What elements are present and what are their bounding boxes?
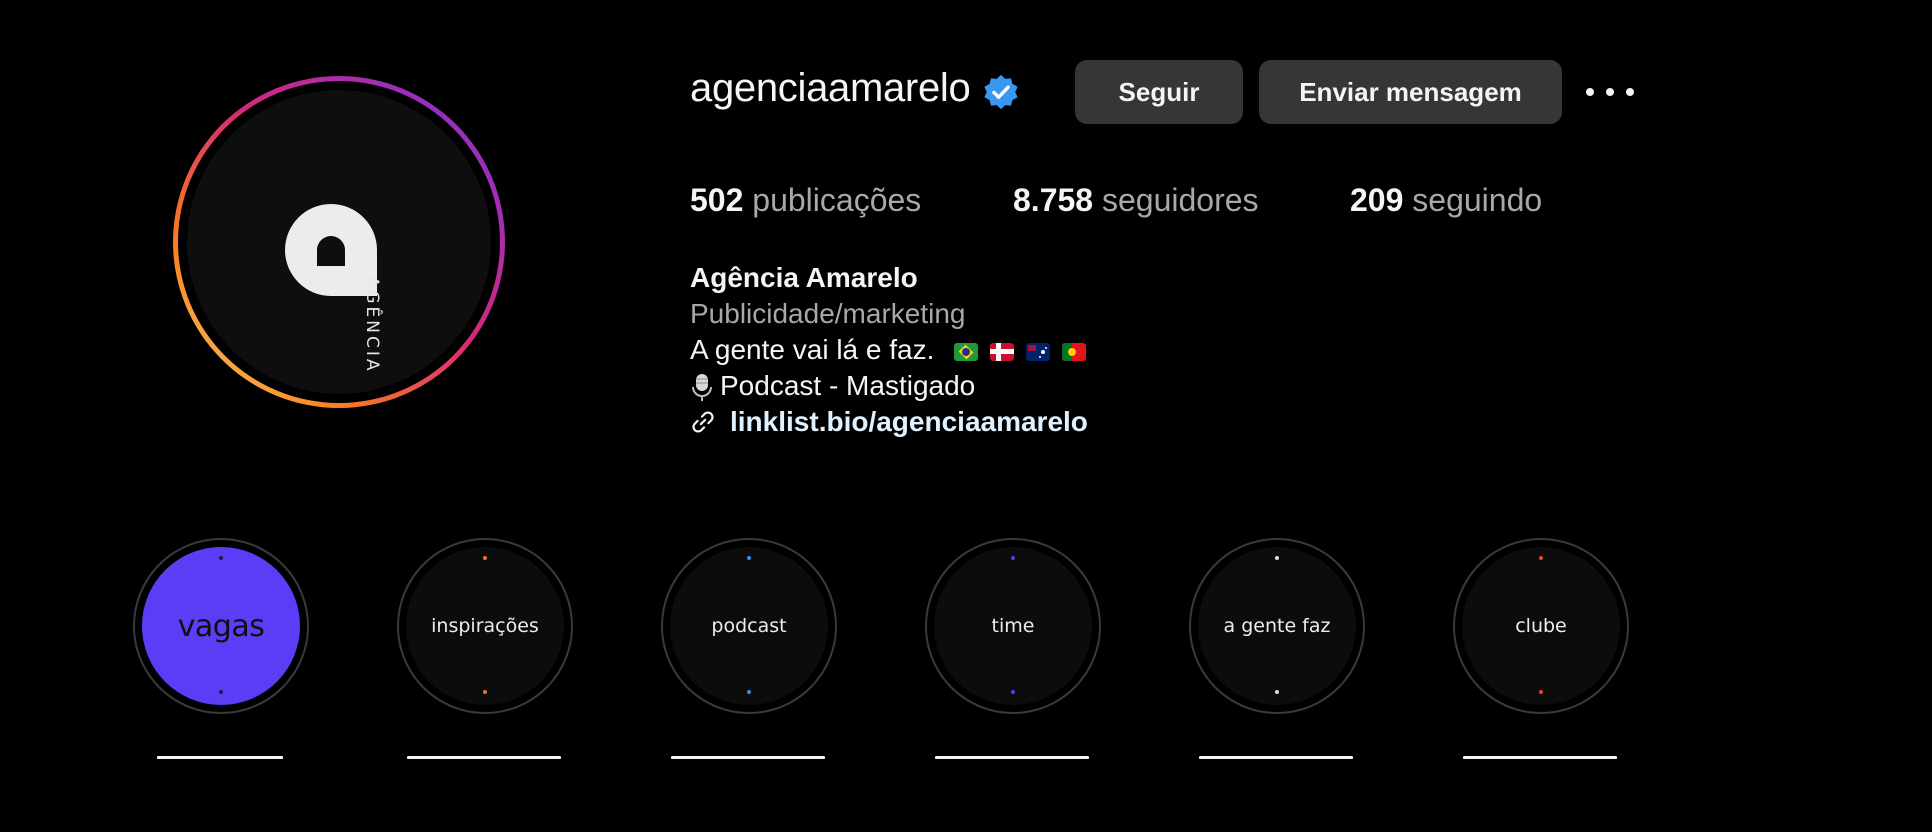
highlight-cover-text: podcast: [711, 615, 787, 637]
profile-page: AGÊNCIA agenciaamarelo Seguir Enviar men…: [0, 0, 1932, 832]
highlight-title-placeholder: [157, 756, 283, 759]
following-link[interactable]: 209 seguindo: [1350, 182, 1542, 219]
highlight-time[interactable]: time: [925, 538, 1101, 714]
flag-portugal-icon: [1062, 342, 1087, 361]
bio-link-row: linklist.bio/agenciaamarelo: [690, 406, 1088, 438]
highlight-vagas[interactable]: vagas: [133, 538, 309, 714]
followers-link[interactable]: 8.758 seguidores: [1013, 182, 1259, 219]
posts-label: publicações: [752, 182, 922, 218]
following-count: 209: [1350, 182, 1404, 218]
microphone-icon: [692, 373, 712, 401]
more-options-icon[interactable]: [1586, 76, 1634, 108]
highlight-cover: inspirações: [406, 547, 564, 705]
followers-count: 8.758: [1013, 182, 1094, 218]
followers-label: seguidores: [1101, 182, 1259, 218]
bio-line-1: A gente vai lá e faz.: [690, 334, 1087, 366]
bio-full-name: Agência Amarelo: [690, 262, 918, 293]
highlight-title-placeholder: [935, 756, 1089, 759]
highlight-clube[interactable]: clube: [1453, 538, 1629, 714]
posts-count-stat: 502 publicações: [690, 182, 921, 219]
highlight-cover-text: clube: [1515, 615, 1567, 637]
bio-line-1-text: A gente vai lá e faz.: [690, 334, 935, 365]
highlight-dot-bottom: [483, 690, 487, 694]
highlight-dot-top: [483, 556, 487, 560]
highlight-dot-top: [219, 556, 223, 560]
follow-button[interactable]: Seguir: [1075, 60, 1243, 124]
highlight-dot-bottom: [747, 690, 751, 694]
highlight-dot-top: [747, 556, 751, 560]
highlight-cover: a gente faz: [1198, 547, 1356, 705]
send-message-button[interactable]: Enviar mensagem: [1259, 60, 1562, 124]
highlight-cover: vagas: [142, 547, 300, 705]
bio-category: Publicidade/marketing: [690, 298, 966, 329]
following-label: seguindo: [1412, 182, 1543, 218]
highlight-cover-text: vagas: [177, 608, 265, 644]
highlight-cover-text: a gente faz: [1223, 615, 1331, 637]
highlight-cover: time: [934, 547, 1092, 705]
flag-australia-icon: [1026, 342, 1051, 361]
highlight-podcast[interactable]: podcast: [661, 538, 837, 714]
flag-brazil-icon: [954, 342, 979, 361]
bio-website-link[interactable]: linklist.bio/agenciaamarelo: [730, 406, 1088, 438]
avatar-image: AGÊNCIA: [187, 90, 491, 394]
highlight-dot-top: [1011, 556, 1015, 560]
more-dot: [1606, 88, 1614, 96]
more-dot: [1626, 88, 1634, 96]
flag-norway-icon: [990, 342, 1015, 361]
highlight-cover: clube: [1462, 547, 1620, 705]
highlight-dot-bottom: [219, 690, 223, 694]
profile-avatar[interactable]: AGÊNCIA: [173, 76, 505, 408]
highlight-a-gente-faz[interactable]: a gente faz: [1189, 538, 1365, 714]
highlight-title-placeholder: [1199, 756, 1353, 759]
highlight-title-placeholder: [407, 756, 561, 759]
more-dot: [1586, 88, 1594, 96]
highlight-title-placeholder: [1463, 756, 1617, 759]
bio-line-2: Podcast - Mastigado: [690, 370, 975, 403]
highlight-cover: podcast: [670, 547, 828, 705]
link-icon: [692, 411, 714, 433]
flags-group: [954, 342, 1087, 361]
highlight-cover-text: time: [991, 615, 1035, 637]
posts-count: 502: [690, 182, 744, 218]
avatar-logo-text: AGÊNCIA: [362, 276, 382, 374]
highlight-dot-bottom: [1275, 690, 1279, 694]
bio-line-2-text: Podcast - Mastigado: [720, 370, 976, 401]
profile-username: agenciaamarelo: [690, 66, 971, 110]
highlight-dot-top: [1539, 556, 1543, 560]
highlight-inspirações[interactable]: inspirações: [397, 538, 573, 714]
highlight-dot-bottom: [1539, 690, 1543, 694]
highlight-dot-bottom: [1011, 690, 1015, 694]
highlight-cover-text: inspirações: [431, 615, 539, 637]
verified-badge-icon: [984, 74, 1018, 110]
highlight-title-placeholder: [671, 756, 825, 759]
highlight-dot-top: [1275, 556, 1279, 560]
